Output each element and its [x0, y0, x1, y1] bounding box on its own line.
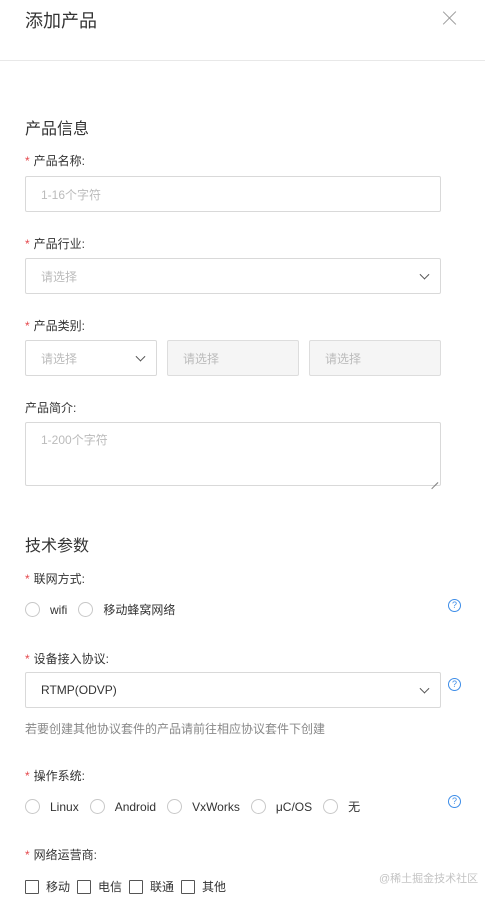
checkbox-icon[interactable] [181, 879, 196, 894]
protocol-hint: 若要创建其他协议套件的产品请前往相应协议套件下创建 [25, 722, 326, 736]
os-option-vxworks[interactable]: VxWorks [167, 799, 240, 814]
carrier-option-telecom[interactable]: 电信 [77, 878, 122, 895]
checkbox-icon[interactable] [129, 879, 144, 894]
network-label: * 联网方式: [25, 572, 86, 586]
radio-icon[interactable] [89, 799, 105, 814]
product-industry-label: * 产品行业: [25, 237, 86, 251]
chevron-down-icon [135, 351, 146, 362]
section-title-product-info: 产品信息 [25, 121, 90, 138]
os-option-linux[interactable]: Linux [25, 799, 79, 814]
network-option-wifi[interactable]: wifi [25, 602, 67, 617]
radio-icon[interactable] [25, 602, 40, 617]
required-mark: * [25, 769, 30, 783]
product-industry-select[interactable]: 请选择 [25, 258, 441, 294]
product-category-label: * 产品类别: [25, 319, 86, 333]
os-option-ucos[interactable]: μC/OS [250, 799, 312, 814]
product-name-input[interactable]: 1-16个字符 [25, 176, 441, 212]
help-icon[interactable]: ? [448, 678, 461, 691]
os-label: * 操作系统: [25, 769, 86, 783]
watermark: @稀土掘金技术社区 [379, 873, 479, 885]
carrier-option-mobile[interactable]: 移动 [25, 878, 70, 895]
chevron-down-icon [419, 683, 430, 694]
radio-icon[interactable] [323, 799, 339, 814]
dialog-header: 添加产品 [0, 0, 485, 61]
checkbox-icon[interactable] [25, 879, 39, 894]
category-level2-select: 请选择 [167, 340, 299, 376]
product-name-label: * 产品名称: [25, 154, 86, 168]
required-mark: * [25, 652, 30, 666]
category-level3-select: 请选择 [309, 340, 441, 376]
section-title-tech-params: 技术参数 [25, 538, 90, 555]
close-icon[interactable] [442, 10, 458, 26]
category-level1-select[interactable]: 请选择 [25, 340, 157, 376]
resize-handle-icon[interactable] [431, 476, 438, 483]
product-description-textarea[interactable]: 1-200个字符 [25, 422, 441, 486]
product-description-label: 产品简介: [25, 401, 77, 415]
help-icon[interactable]: ? [448, 599, 461, 612]
required-mark: * [25, 319, 30, 333]
radio-icon[interactable] [250, 799, 266, 814]
required-mark: * [25, 237, 30, 251]
os-option-android[interactable]: Android [89, 799, 156, 814]
help-icon[interactable]: ? [448, 795, 461, 808]
radio-icon[interactable] [78, 602, 94, 617]
required-mark: * [25, 154, 30, 168]
carrier-label: * 网络运营商: [25, 848, 98, 862]
network-radio-group: wifi 移动蜂窝网络 [25, 601, 186, 618]
carrier-checkbox-group: 移动 电信 联通 其他 [25, 878, 233, 895]
os-option-none[interactable]: 无 [323, 798, 360, 815]
os-radio-group: Linux Android VxWorks μC/OS 无 [25, 798, 371, 815]
protocol-select[interactable]: RTMP(ODVP) [25, 672, 441, 708]
radio-icon[interactable] [25, 799, 40, 814]
protocol-label: * 设备接入协议: [25, 652, 110, 666]
carrier-option-other[interactable]: 其他 [181, 878, 226, 895]
network-option-cellular[interactable]: 移动蜂窝网络 [78, 601, 175, 618]
checkbox-icon[interactable] [77, 879, 92, 894]
required-mark: * [25, 848, 30, 862]
radio-icon[interactable] [167, 799, 183, 814]
dialog-title: 添加产品 [25, 11, 97, 31]
chevron-down-icon [419, 269, 430, 280]
required-mark: * [25, 572, 30, 586]
carrier-option-unicom[interactable]: 联通 [129, 878, 174, 895]
